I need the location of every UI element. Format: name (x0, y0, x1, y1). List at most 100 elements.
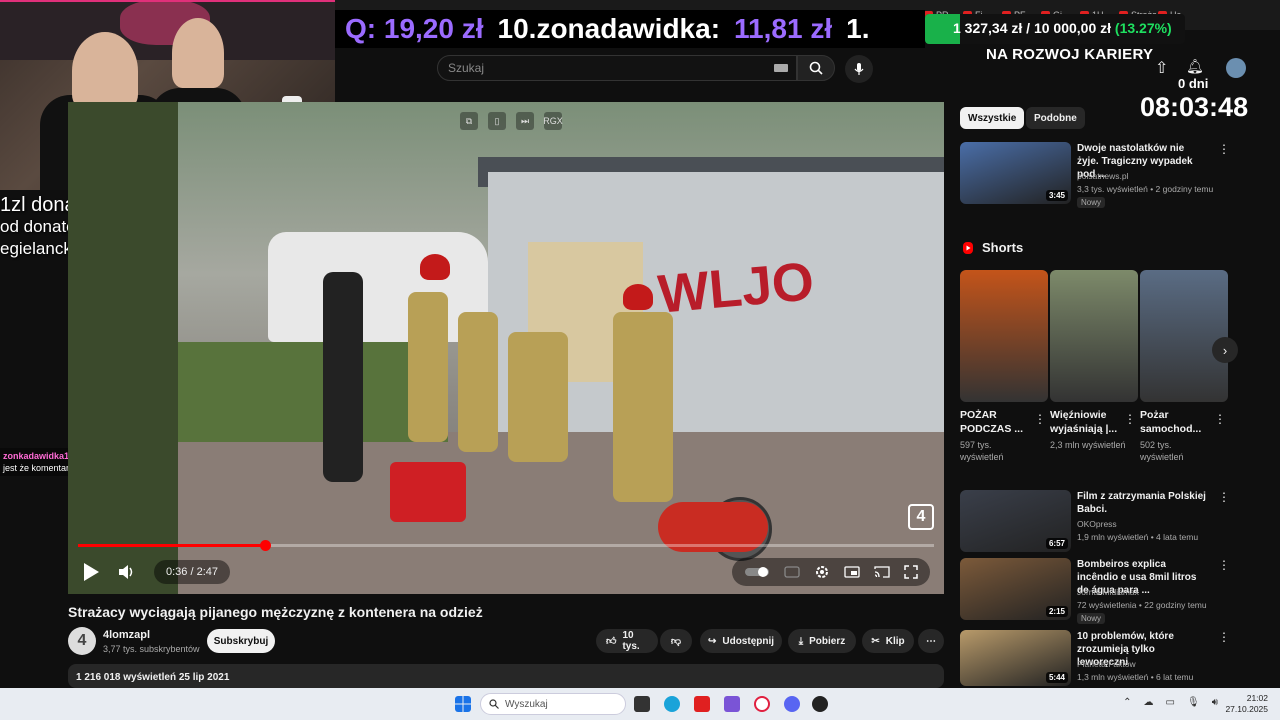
fullscreen-button[interactable] (904, 565, 918, 579)
volume-button[interactable] (118, 564, 136, 580)
rec-item[interactable]: 2:15 Bombeiros explica incêndio e usa 8m… (960, 558, 1240, 628)
chip-all[interactable]: Wszystkie (960, 107, 1025, 129)
mic-icon[interactable]: 🎙︎ (1187, 697, 1200, 708)
more-vertical-icon[interactable]: ⋮ (1124, 412, 1136, 426)
short-thumbnail[interactable] (1140, 270, 1228, 402)
rec-meta: 1,3 mln wyświetleń • 6 lat temu (1077, 672, 1194, 682)
donation-goal-bar: 1 327,34 zł / 10 000,00 zł (13.27%) (925, 14, 1185, 44)
more-vertical-icon[interactable]: ⋮ (1218, 558, 1230, 572)
clip-label: Klip (885, 635, 905, 647)
popout-icon[interactable]: ⧉ (460, 112, 478, 130)
file-explorer-icon[interactable] (634, 696, 650, 712)
rec-title[interactable]: Film z zatrzymania Polskiej Babci. (1077, 490, 1207, 516)
video-player[interactable]: WLJO 4 ⧉ ▯ ⏭ RGX 0:36 / 2:47 (68, 102, 944, 594)
notifications-icon[interactable]: 🔔︎ (1186, 58, 1204, 75)
days-counter: 0 dni (1178, 76, 1209, 91)
rec-thumbnail[interactable]: 2:15 (960, 558, 1071, 620)
shorts-next-button[interactable]: › (1212, 337, 1238, 363)
rec-thumbnail[interactable]: 5:44 (960, 630, 1071, 686)
rec-channel[interactable]: Planeta Faktów (1077, 659, 1136, 669)
rec-item[interactable]: 3:45 Dwoje nastolatków nie żyje. Tragicz… (960, 142, 1240, 212)
short-item[interactable]: POŻAR PODCZAS ... 597 tys. wyświetleń ⋮ (960, 270, 1048, 463)
edge-icon[interactable] (664, 696, 680, 712)
taskbar-clock[interactable]: 21:02 27.10.2025 (1225, 693, 1268, 715)
download-label: Pobierz (809, 635, 846, 647)
short-title[interactable]: POŻAR PODCZAS ... (960, 408, 1032, 436)
dislike-button[interactable]: 👎︎ (660, 629, 692, 653)
taskbar: Wyszukaj ⌃ ☁ ▭ 🎙︎ 🔊︎ 21:02 27.10.2025 (0, 688, 1280, 720)
download-button[interactable]: ⤓ Pobierz (788, 629, 856, 653)
more-vertical-icon[interactable]: ⋮ (1218, 142, 1230, 156)
obs-icon[interactable] (812, 696, 828, 712)
sidebar-icon[interactable]: ▯ (488, 112, 506, 130)
firefighter (508, 332, 568, 462)
windows-start-icon[interactable] (455, 696, 471, 712)
goal-text: 1 327,34 zł / 10 000,00 zł (13.27%) (953, 20, 1172, 36)
volume-icon[interactable]: 🔊︎ (1212, 697, 1218, 708)
more-vertical-icon[interactable]: ⋮ (1214, 412, 1226, 426)
cloud-icon[interactable]: ☁ (1144, 697, 1154, 708)
keyboard-icon[interactable] (774, 64, 788, 72)
youtube-icon[interactable] (694, 696, 710, 712)
miniplayer-button[interactable] (844, 566, 860, 578)
rec-channel[interactable]: polsatnews.pl (1077, 171, 1129, 181)
like-button[interactable]: 👍︎ 10 tys. (596, 629, 658, 653)
search-icon (809, 61, 823, 75)
short-item[interactable]: Więźniowie wyjaśniają |... 2,3 mln wyświ… (1050, 270, 1138, 451)
rec-channel[interactable]: OKOpress (1077, 519, 1117, 529)
channel-avatar[interactable]: 4 (68, 627, 96, 655)
goal-amount: 1 327,34 zł / 10 000,00 zł (953, 20, 1112, 36)
channel-watermark: 4 (908, 504, 934, 530)
rec-duration: 6:57 (1045, 538, 1068, 549)
rec-duration: 5:44 (1045, 672, 1068, 683)
account-avatar[interactable] (1226, 58, 1246, 78)
chip-similar[interactable]: Podobne (1026, 107, 1085, 129)
share-icon: ↪ (707, 635, 717, 647)
rec-item[interactable]: 6:57 Film z zatrzymania Polskiej Babci. … (960, 490, 1240, 560)
subscribe-button[interactable]: Subskrybuj (207, 629, 275, 653)
mic-icon (854, 63, 864, 75)
taskbar-search[interactable]: Wyszukaj (480, 693, 626, 715)
autoplay-toggle[interactable] (744, 566, 770, 578)
skip-icon[interactable]: ⏭ (516, 112, 534, 130)
network-icon[interactable]: ▭ (1166, 697, 1175, 708)
more-vertical-icon[interactable]: ⋮ (1218, 490, 1230, 504)
app-icon[interactable] (724, 696, 740, 712)
chevron-up-icon[interactable]: ⌃ (1123, 697, 1131, 708)
progress-scrubber[interactable] (259, 540, 271, 551)
rec-thumbnail[interactable]: 6:57 (960, 490, 1071, 552)
more-actions-button[interactable]: ⋯ (918, 629, 944, 653)
discord-icon[interactable] (784, 696, 800, 712)
description-box[interactable]: 1 216 018 wyświetleń 25 lip 2021 (68, 664, 944, 688)
short-title[interactable]: Pożar samochod... (1140, 408, 1212, 436)
rec-duration: 2:15 (1045, 606, 1068, 617)
search-input[interactable]: Szukaj (437, 55, 797, 81)
opera-icon[interactable] (754, 696, 770, 712)
settings-button[interactable] (814, 564, 830, 580)
upload-icon[interactable]: ⇧ (1155, 58, 1168, 78)
rec-duration: 3:45 (1045, 190, 1068, 201)
ticker-donor-name: 10.zonadawidka: (497, 13, 721, 44)
play-button[interactable] (82, 562, 100, 582)
more-vertical-icon[interactable]: ⋮ (1034, 412, 1046, 426)
rgx-label[interactable]: RGX (543, 112, 563, 130)
share-button[interactable]: ↪ Udostępnij (700, 629, 782, 653)
subtitles-button[interactable] (784, 566, 800, 578)
rec-thumbnail[interactable]: 3:45 (960, 142, 1071, 204)
cast-button[interactable] (874, 566, 890, 578)
download-icon: ⤓ (798, 635, 804, 647)
ticker-amount-1: Q: 19,20 zł (345, 13, 484, 44)
channel-name[interactable]: 4lomzapl (103, 629, 150, 641)
progress-bar[interactable] (78, 540, 934, 551)
short-thumbnail[interactable] (1050, 270, 1138, 402)
clip-button[interactable]: ✂ Klip (862, 629, 914, 653)
short-thumbnail[interactable] (960, 270, 1048, 402)
search-button[interactable] (797, 55, 835, 81)
rec-channel[interactable]: Jornal Midiamax (1077, 587, 1139, 597)
more-vertical-icon[interactable]: ⋮ (1218, 630, 1230, 644)
short-title[interactable]: Więźniowie wyjaśniają |... (1050, 408, 1122, 436)
voice-search-button[interactable] (845, 55, 873, 83)
firefighter-helmet (420, 254, 450, 280)
play-icon (84, 563, 99, 581)
short-item[interactable]: Pożar samochod... 502 tys. wyświetleń ⋮ (1140, 270, 1228, 463)
